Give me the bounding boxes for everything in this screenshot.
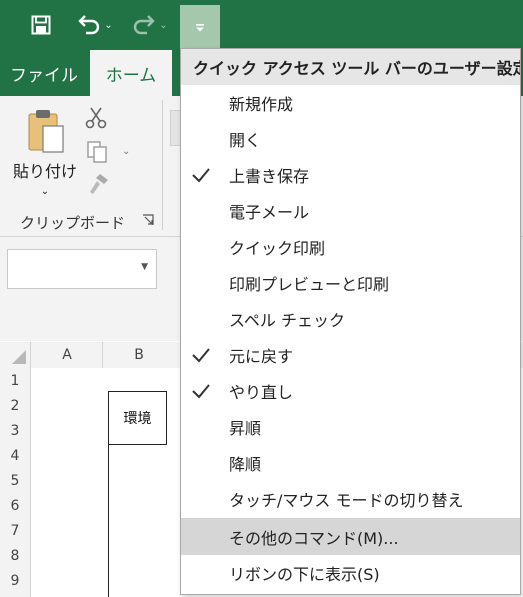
- menu-item-new[interactable]: 新規作成: [181, 85, 520, 121]
- clipboard-group-label: クリップボード: [20, 214, 126, 232]
- tab-home[interactable]: ホーム: [90, 50, 172, 96]
- select-all-corner[interactable]: [0, 342, 30, 368]
- menu-item-label: 上書き保存: [229, 167, 310, 186]
- cut-button[interactable]: [84, 106, 108, 134]
- menu-item-label: タッチ/マウス モードの切り替え: [229, 491, 464, 510]
- clipboard-icon: [28, 110, 64, 153]
- customize-qat-icon: [196, 23, 204, 31]
- menu-item-label: スペル チェック: [229, 311, 345, 330]
- menu-item-label: 新規作成: [229, 95, 294, 114]
- scissors-icon: [85, 107, 107, 129]
- format-painter-button[interactable]: [86, 172, 110, 200]
- menu-item-label: 印刷プレビューと印刷: [229, 275, 390, 294]
- paste-button[interactable]: 貼り付け ⌄: [12, 104, 78, 204]
- cell-b2[interactable]: 環境: [108, 391, 167, 445]
- row-header[interactable]: 7: [0, 518, 30, 543]
- column-header-a[interactable]: A: [30, 342, 103, 368]
- customize-qat-button[interactable]: [180, 5, 220, 50]
- row-header[interactable]: 3: [0, 418, 30, 443]
- menu-item-undo[interactable]: 元に戻す: [181, 337, 520, 373]
- checkmark-icon: [192, 384, 210, 399]
- name-box[interactable]: ▼: [7, 249, 157, 289]
- cell-border-line: [108, 444, 109, 597]
- menu-item-touch-mouse-mode[interactable]: タッチ/マウス モードの切り替え: [181, 481, 520, 517]
- chevron-down-icon[interactable]: ⌄: [41, 186, 49, 197]
- menu-item-label: 昇順: [229, 419, 262, 438]
- menu-item-spell-check[interactable]: スペル チェック: [181, 301, 520, 337]
- chevron-down-icon: ⌄: [159, 19, 168, 31]
- menu-item-label: 開く: [229, 131, 262, 150]
- title-bar: ⌄ ⌄: [0, 0, 523, 50]
- menu-item-redo[interactable]: やり直し: [181, 373, 520, 409]
- menu-item-label: やり直し: [229, 383, 294, 402]
- menu-item-label: 降順: [229, 455, 262, 474]
- undo-button[interactable]: ⌄: [70, 8, 120, 42]
- menu-item-email[interactable]: 電子メール: [181, 193, 520, 229]
- row-header[interactable]: 5: [0, 468, 30, 493]
- checkmark-icon: [192, 348, 210, 363]
- menu-item-label: 電子メール: [229, 203, 310, 222]
- format-painter-icon: [90, 174, 108, 194]
- row-header[interactable]: 2: [0, 393, 30, 418]
- menu-item-save[interactable]: 上書き保存: [181, 157, 520, 193]
- redo-icon: [134, 15, 155, 35]
- menu-item-sort-ascending[interactable]: 昇順: [181, 409, 520, 445]
- menu-item-label: リボンの下に表示(S): [229, 565, 380, 584]
- row-header[interactable]: 9: [0, 568, 30, 593]
- redo-button[interactable]: ⌄: [128, 8, 172, 42]
- menu-title: クイック アクセス ツール バーのユーザー設定: [181, 49, 520, 85]
- column-header-b[interactable]: B: [102, 342, 175, 368]
- row-header[interactable]: 6: [0, 493, 30, 518]
- save-icon: [31, 15, 51, 35]
- menu-item-print-preview[interactable]: 印刷プレビューと印刷: [181, 265, 520, 301]
- dialog-launcher-icon[interactable]: [142, 214, 154, 226]
- customize-qat-menu: クイック アクセス ツール バーのユーザー設定 新規作成 開く 上書き保存 電子…: [180, 48, 521, 595]
- chevron-down-icon[interactable]: ⌄: [122, 146, 130, 157]
- save-button[interactable]: [24, 8, 58, 42]
- row-header[interactable]: 1: [0, 368, 30, 393]
- dropdown-arrow-icon[interactable]: ▼: [141, 262, 148, 272]
- row-headers: 1 2 3 4 5 6 7 8 9: [0, 368, 31, 597]
- copy-icon: [87, 141, 107, 163]
- copy-button[interactable]: [86, 140, 108, 168]
- menu-item-label: クイック印刷: [229, 239, 326, 258]
- menu-item-more-commands[interactable]: その他のコマンド(M)...: [181, 519, 520, 555]
- menu-item-label: 元に戻す: [229, 347, 294, 366]
- menu-item-label: その他のコマンド(M)...: [229, 529, 399, 548]
- tab-file[interactable]: ファイル: [0, 50, 88, 96]
- select-all-icon: [12, 350, 26, 364]
- ribbon-divider: [162, 100, 163, 230]
- checkmark-icon: [192, 168, 210, 183]
- paste-label: 貼り付け: [12, 162, 77, 181]
- menu-item-open[interactable]: 開く: [181, 121, 520, 157]
- menu-item-quick-print[interactable]: クイック印刷: [181, 229, 520, 265]
- menu-item-sort-descending[interactable]: 降順: [181, 445, 520, 481]
- menu-item-show-below-ribbon[interactable]: リボンの下に表示(S): [181, 555, 520, 591]
- chevron-down-icon: ⌄: [104, 19, 113, 31]
- undo-icon: [78, 15, 100, 35]
- row-header[interactable]: 4: [0, 443, 30, 468]
- row-header[interactable]: 8: [0, 543, 30, 568]
